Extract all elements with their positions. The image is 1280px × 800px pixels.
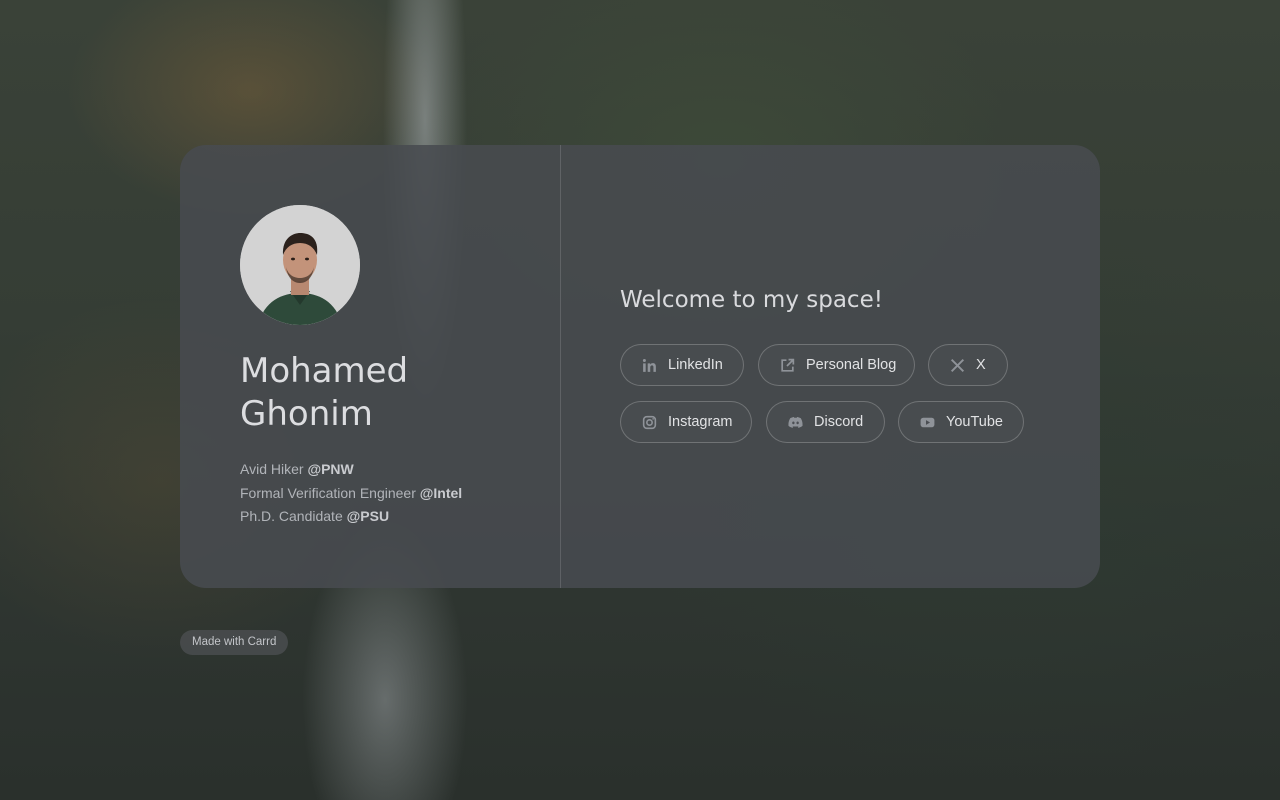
instagram-button[interactable]: Instagram	[620, 401, 752, 443]
name-line1: Mohamed	[240, 351, 409, 391]
external-link-icon	[779, 357, 796, 374]
welcome-heading: Welcome to my space!	[620, 287, 883, 313]
bio-org: @PNW	[307, 461, 354, 477]
youtube-button[interactable]: YouTube	[898, 401, 1024, 443]
discord-label: Discord	[814, 414, 864, 430]
x-icon	[949, 357, 966, 374]
linkedin-button[interactable]: LinkedIn	[620, 344, 744, 386]
linkedin-label: LinkedIn	[668, 357, 723, 373]
personal-blog-label: Personal Blog	[806, 357, 897, 373]
bio-org: @Intel	[419, 484, 463, 501]
bio: Avid Hiker @PNW Formal Verification Engi…	[240, 458, 550, 529]
avatar-portrait	[240, 205, 360, 325]
instagram-icon	[641, 414, 658, 431]
profile-card: Mohamed Ghonim Avid Hiker @PNW Formal Ve…	[180, 145, 1100, 588]
linkedin-icon	[641, 357, 658, 374]
bio-line: Avid Hiker @PNW	[240, 461, 354, 477]
discord-icon	[787, 414, 804, 431]
discord-button[interactable]: Discord	[766, 401, 885, 443]
personal-blog-button[interactable]: Personal Blog	[758, 344, 915, 386]
youtube-label: YouTube	[946, 414, 1003, 430]
x-label: X	[976, 357, 986, 373]
youtube-icon	[919, 414, 936, 431]
avatar	[240, 205, 360, 325]
x-button[interactable]: X	[928, 344, 1008, 386]
instagram-label: Instagram	[668, 414, 733, 430]
bio-line: Formal Verification Engineer @Intel	[240, 484, 463, 501]
bio-line: Ph.D. Candidate @PSU	[240, 508, 390, 524]
profile-name: Mohamed Ghonim	[240, 350, 540, 436]
name-line2: Ghonim	[240, 394, 373, 434]
bio-org: @PSU	[346, 508, 390, 524]
made-with-carrd-badge[interactable]: Made with Carrd	[180, 630, 289, 655]
divider	[560, 145, 561, 588]
